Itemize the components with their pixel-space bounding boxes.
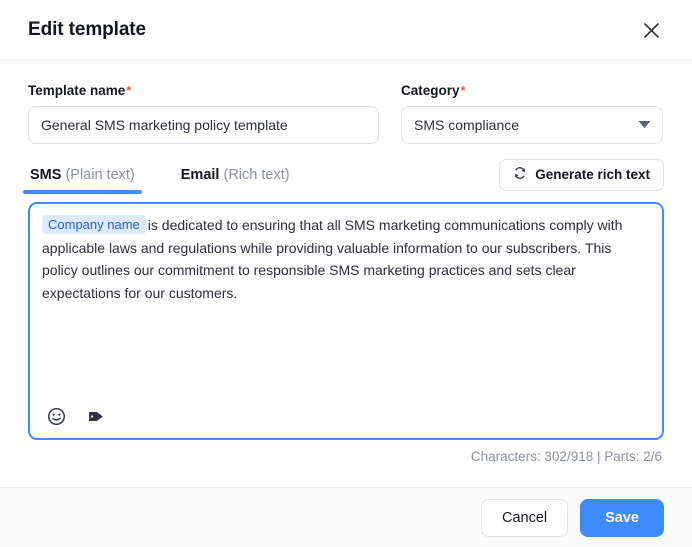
cancel-button[interactable]: Cancel	[480, 498, 569, 537]
page-title: Edit template	[28, 19, 146, 40]
category-select[interactable]: SMS compliance	[401, 106, 663, 144]
close-icon	[643, 22, 660, 39]
required-marker: *	[460, 83, 466, 98]
category-field-group: Category * SMS compliance	[401, 83, 663, 144]
category-label-text: Category	[401, 83, 460, 98]
message-editor[interactable]: Company name is dedicated to ensuring tha…	[28, 202, 664, 440]
character-counter: Characters: 302/918 | Parts: 2/6	[470, 449, 662, 464]
save-button[interactable]: Save	[580, 498, 664, 537]
dialog-body: Template name * Category * SMS complianc…	[0, 61, 692, 487]
template-name-label-text: Template name	[28, 83, 126, 98]
tab-email-sublabel: (Rich text)	[223, 166, 290, 183]
editor-tabs: SMS (Plain text) Email (Rich text) Gener…	[23, 158, 664, 196]
editor-content[interactable]: Company name is dedicated to ensuring tha…	[42, 214, 650, 394]
refresh-icon	[513, 166, 527, 183]
editor-toolbar	[42, 394, 650, 438]
template-name-label: Template name *	[28, 83, 379, 98]
tag-icon[interactable]	[85, 405, 107, 427]
tab-sms-plain-text[interactable]: SMS (Plain text)	[23, 166, 142, 194]
edit-template-dialog: Edit template Template name * Category	[0, 0, 692, 547]
dialog-header: Edit template	[0, 0, 692, 61]
tab-email-rich-text[interactable]: Email (Rich text)	[179, 167, 292, 192]
template-name-field-group: Template name *	[28, 83, 379, 144]
category-select-wrapper: SMS compliance	[401, 106, 663, 144]
merge-tag-company-name[interactable]: Company name	[42, 215, 146, 234]
generate-rich-text-button[interactable]: Generate rich text	[499, 158, 664, 191]
template-name-input[interactable]	[28, 106, 379, 144]
required-marker: *	[126, 83, 132, 98]
category-label: Category *	[401, 83, 663, 98]
emoji-icon[interactable]	[45, 405, 67, 427]
dialog-footer: Cancel Save	[0, 487, 692, 547]
generate-rich-text-label: Generate rich text	[535, 167, 650, 182]
form-row: Template name * Category * SMS complianc…	[28, 83, 664, 144]
close-button[interactable]	[638, 17, 664, 43]
category-selected-value: SMS compliance	[414, 117, 520, 133]
tab-email-label: Email	[180, 166, 220, 183]
tab-sms-sublabel: (Plain text)	[65, 166, 135, 183]
tab-sms-label: SMS	[30, 166, 62, 183]
